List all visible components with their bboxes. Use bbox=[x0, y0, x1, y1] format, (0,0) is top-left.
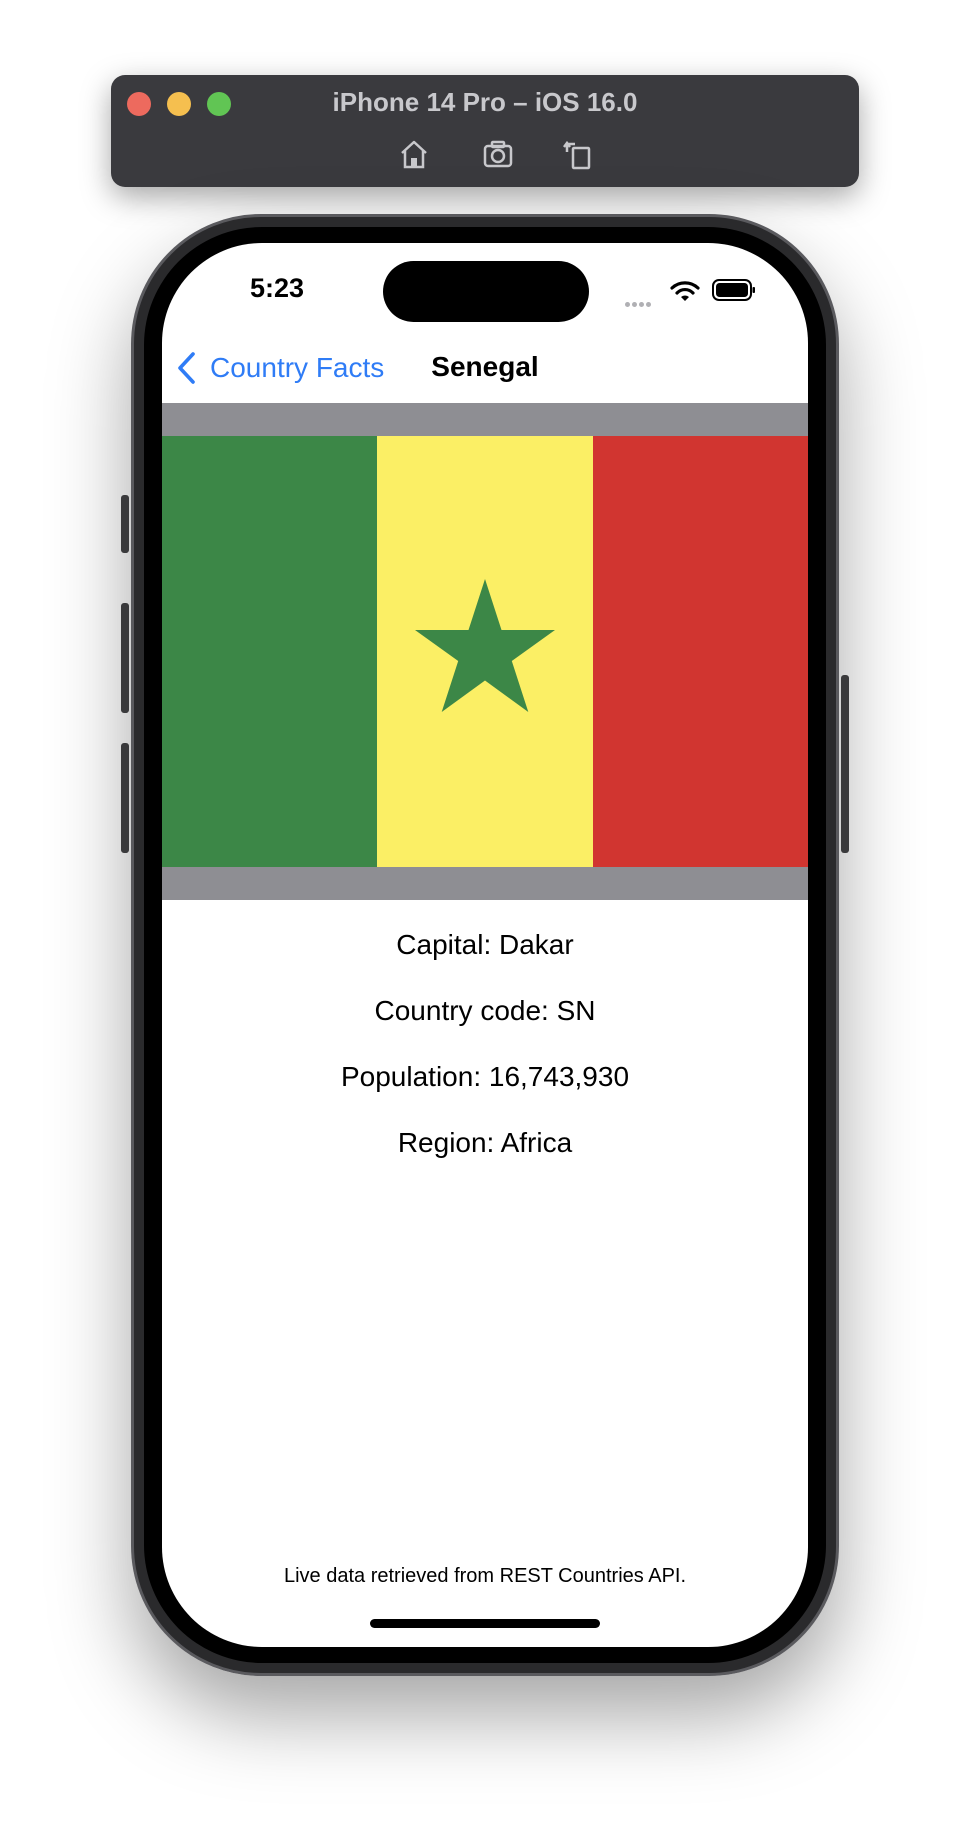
simulator-title: iPhone 14 Pro – iOS 16.0 bbox=[332, 87, 638, 117]
flag-band-red bbox=[592, 436, 808, 867]
cellular-signal-icon bbox=[625, 294, 659, 307]
simulator-window: iPhone 14 Pro – iOS 16.0 5:23 Country Fa… bbox=[0, 0, 970, 1828]
region-label: Region: Africa bbox=[397, 1127, 573, 1158]
mute-switch bbox=[121, 495, 129, 553]
capital-label: Capital: Dakar bbox=[396, 929, 574, 960]
home-indicator[interactable] bbox=[370, 1619, 600, 1628]
data-source-note: Live data retrieved from REST Countries … bbox=[283, 1565, 687, 1587]
home-icon[interactable] bbox=[396, 136, 432, 172]
phone-screen: 5:23 Country Facts Senegal Capital: Daka… bbox=[162, 243, 808, 1647]
wifi-icon bbox=[670, 279, 700, 303]
facts-list: Capital: Dakar Country code: SN Populati… bbox=[162, 928, 808, 1192]
battery-icon bbox=[712, 279, 756, 301]
screenshot-icon[interactable] bbox=[480, 136, 516, 172]
page-title: Senegal bbox=[431, 351, 539, 382]
country-code-label: Country code: SN bbox=[374, 995, 596, 1026]
status-time: 5:23 bbox=[250, 273, 305, 303]
flag-container bbox=[162, 403, 808, 900]
dynamic-island bbox=[383, 261, 589, 322]
star-icon bbox=[415, 579, 555, 712]
flag-band-green bbox=[162, 436, 378, 867]
power-button bbox=[841, 675, 849, 853]
flag-image bbox=[162, 436, 808, 867]
rotate-icon[interactable] bbox=[560, 136, 596, 172]
volume-down-button bbox=[121, 743, 129, 853]
population-label: Population: 16,743,930 bbox=[340, 1061, 630, 1092]
volume-up-button bbox=[121, 603, 129, 713]
